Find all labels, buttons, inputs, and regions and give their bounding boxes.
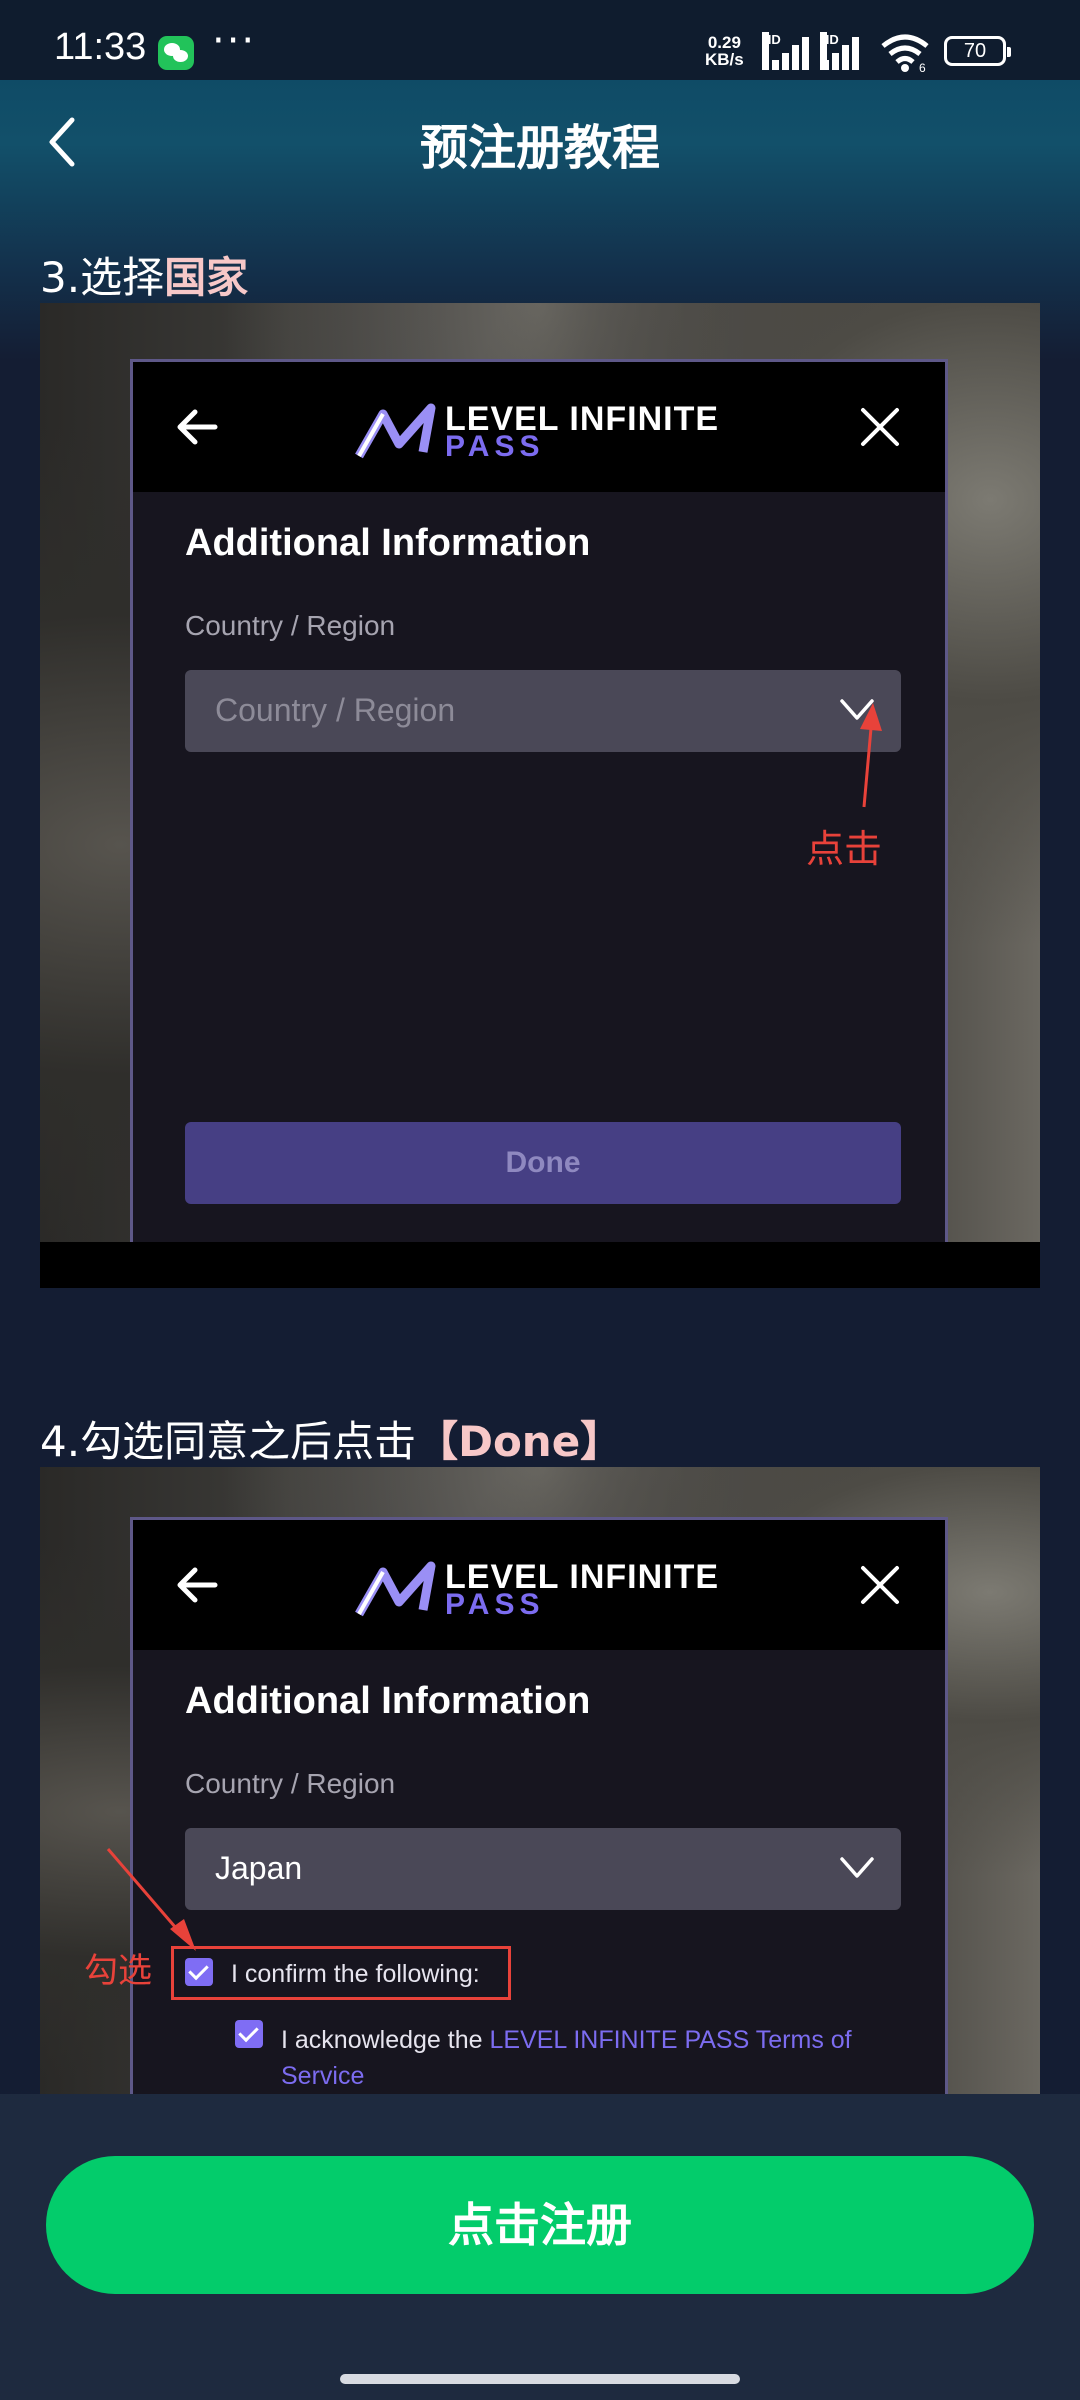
dialog-close-icon-2[interactable]	[859, 1564, 901, 1606]
step3-highlight: 国家	[164, 253, 249, 302]
more-notifications-icon: ···	[212, 18, 257, 64]
terms-checkbox[interactable]	[235, 2020, 263, 2048]
dialog-close-icon[interactable]	[859, 406, 901, 448]
country-field-label-2: Country / Region	[185, 1768, 396, 1799]
step4-prefix: 4.勾选同意之后点击	[40, 1417, 417, 1466]
signal-icon: HD	[762, 32, 812, 70]
chevron-down-icon-2[interactable]	[839, 1856, 875, 1880]
done-button[interactable]: Done	[185, 1122, 901, 1204]
step3-prefix: 3.选择	[40, 253, 165, 302]
page-title: 预注册教程	[419, 120, 660, 176]
confirm-checkbox[interactable]	[185, 1958, 213, 1986]
dialog-heading-2: Additional Information	[185, 1680, 591, 1722]
network-speed: 0.29 KB/s	[705, 34, 744, 68]
step3-title: 3.选择国家	[40, 244, 248, 305]
step3-bottom-bar	[40, 1242, 1040, 1288]
step3-dialog: LEVEL INFINITE PASS Additional Informati…	[130, 359, 948, 1242]
status-bar: 11:33 ··· 0.29 KB/s HD HD 6 70	[0, 0, 1080, 80]
confirm-label: I confirm the following:	[231, 1960, 480, 1988]
country-field-label: Country / Region	[185, 610, 396, 641]
step4-screenshot: LEVEL INFINITE PASS Additional Informati…	[40, 1467, 1040, 2094]
dialog-back-icon[interactable]	[175, 404, 221, 450]
country-select-value: Japan	[215, 1850, 303, 1886]
step3-annotation: 点击	[806, 827, 883, 871]
country-select-placeholder: Country / Region	[215, 692, 456, 728]
country-select-2[interactable]: Japan	[185, 1828, 901, 1910]
annotation-arrow-icon	[860, 703, 882, 808]
terms-prefix: I acknowledge the	[281, 2026, 490, 2054]
step4-highlight: 【Done】	[416, 1417, 623, 1466]
logo-mark-icon-2	[355, 1561, 436, 1617]
logo-text-line2: PASS	[445, 430, 545, 463]
wifi-icon: 6	[881, 34, 929, 72]
status-time: 11:33	[54, 26, 147, 68]
network-speed-value: 0.29	[707, 33, 741, 52]
terms-link[interactable]: LEVEL INFINITE PASS Terms of	[489, 2026, 851, 2054]
step4-annotation: 勾选	[84, 1951, 152, 1991]
terms-label: I acknowledge the LEVEL INFINITE PASS Te…	[281, 2022, 861, 2094]
step4-dialog: LEVEL INFINITE PASS Additional Informati…	[130, 1517, 948, 2094]
level-infinite-logo: LEVEL INFINITE PASS	[353, 400, 733, 463]
wechat-icon	[158, 36, 194, 70]
country-select[interactable]: Country / Region	[185, 670, 901, 752]
dialog-header-2: LEVEL INFINITE PASS	[133, 1520, 945, 1650]
dialog-back-icon-2[interactable]	[175, 1562, 221, 1608]
annotation-arrow-icon-2	[106, 1848, 196, 1951]
step4-title: 4.勾选同意之后点击【Done】	[40, 1408, 622, 1469]
dialog-header: LEVEL INFINITE PASS	[133, 362, 945, 492]
step3-screenshot: LEVEL INFINITE PASS Additional Informati…	[40, 303, 1040, 1288]
register-button[interactable]: 点击注册	[46, 2156, 1034, 2294]
dialog-heading: Additional Information	[185, 522, 591, 564]
network-speed-unit: KB/s	[705, 50, 744, 69]
signal-icon-2: HD	[820, 32, 870, 70]
home-indicator[interactable]	[340, 2374, 740, 2384]
logo-mark-icon	[355, 403, 436, 459]
battery-icon: 70	[944, 36, 1011, 66]
terms-link-2[interactable]: Service	[281, 2062, 364, 2090]
logo-text-line2-2: PASS	[445, 1588, 545, 1621]
hd-label: HD	[762, 32, 781, 70]
wifi-sub-label: 6	[919, 61, 926, 72]
level-infinite-logo-2: LEVEL INFINITE PASS	[353, 1558, 733, 1621]
